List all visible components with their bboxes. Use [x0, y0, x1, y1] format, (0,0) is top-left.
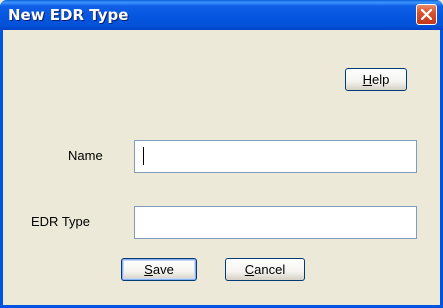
name-input[interactable]	[134, 140, 417, 173]
save-button[interactable]: Save	[121, 258, 197, 281]
cancel-mnemonic: C	[244, 262, 255, 277]
help-mnemonic: H	[362, 72, 373, 87]
dialog-window: New EDR Type Help Name EDR Type Save Can…	[0, 0, 443, 308]
dialog-body: Help Name EDR Type Save Cancel	[3, 30, 440, 305]
save-label-rest: ave	[152, 262, 174, 277]
help-label-rest: elp	[372, 72, 390, 87]
name-label: Name	[68, 148, 103, 163]
close-icon	[421, 9, 432, 20]
cancel-label-rest: ancel	[254, 262, 286, 277]
text-caret	[143, 147, 144, 165]
edr-type-input[interactable]	[134, 206, 417, 239]
cancel-button[interactable]: Cancel	[225, 258, 305, 281]
title-bar[interactable]: New EDR Type	[0, 0, 443, 30]
close-button[interactable]	[416, 4, 437, 25]
help-button[interactable]: Help	[345, 68, 407, 91]
save-mnemonic: S	[144, 262, 153, 277]
edr-type-label: EDR Type	[31, 214, 91, 229]
window-title: New EDR Type	[8, 6, 129, 24]
